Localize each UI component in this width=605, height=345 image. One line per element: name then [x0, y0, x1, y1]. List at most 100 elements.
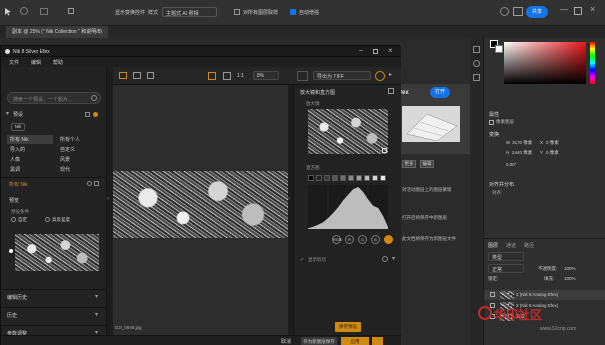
add-preset-icon[interactable] [85, 112, 90, 117]
discover-more-button[interactable]: 更多 [402, 160, 416, 168]
close-icon[interactable]: × [590, 4, 595, 14]
check-icon[interactable]: ✓ [300, 257, 305, 263]
nik-minimize-icon[interactable]: – [359, 47, 363, 54]
channel-b-button[interactable]: B [371, 235, 380, 244]
menu-edit[interactable]: 编辑 [31, 59, 41, 66]
filter-portrait[interactable]: 人像 [7, 155, 23, 164]
menu-file[interactable]: 文件 [9, 59, 19, 66]
tone-swatch[interactable] [340, 175, 346, 181]
w-value[interactable]: 3170 像素 [512, 140, 532, 146]
reset-icon[interactable] [382, 256, 388, 262]
sample-all-checkbox[interactable] [234, 9, 240, 15]
filter-nik-chip[interactable]: Nik [11, 123, 25, 131]
properties-tab[interactable]: 属性 [489, 111, 499, 118]
opacity-value[interactable]: 100% [564, 266, 576, 271]
color-field[interactable] [504, 42, 586, 84]
filter-all-nik[interactable]: 所有 Nik [7, 135, 53, 144]
background-color-swatch[interactable] [495, 45, 503, 53]
ratio-label[interactable]: 1:1 [237, 73, 244, 79]
chevron-down-icon[interactable]: ▾ [95, 293, 98, 300]
layer-name[interactable]: 1 (Nik 8 Analog Efex) [516, 292, 558, 297]
history-section[interactable]: 历史 [7, 312, 17, 319]
auto-enhance-checkbox[interactable] [290, 9, 296, 15]
tone-swatch[interactable] [356, 175, 362, 181]
channel-g-button[interactable]: G [358, 235, 367, 244]
filter-dark[interactable]: 黑调 [7, 165, 23, 174]
preset-thumbnail[interactable] [15, 234, 99, 271]
luminance-button[interactable] [384, 235, 393, 244]
preset-search-input[interactable]: 搜索一个预设、一个胶片... [7, 92, 101, 104]
tone-swatch[interactable] [308, 175, 314, 181]
chevron-down-icon[interactable]: ▾ [6, 110, 9, 117]
angle-value[interactable]: 0.00° [506, 162, 517, 167]
tone-swatch[interactable] [372, 175, 378, 181]
open-button[interactable]: 打开 [430, 87, 450, 98]
filter-custom[interactable]: 自定义 [57, 145, 78, 154]
tone-swatch[interactable] [332, 175, 338, 181]
chevron-down-icon[interactable]: ▾ [95, 311, 98, 318]
chevron-down-icon[interactable]: ▾ [392, 255, 395, 262]
pin-icon[interactable] [388, 88, 394, 94]
filter-all-personal[interactable]: 所有个人 [57, 135, 83, 144]
workspace-icon[interactable] [513, 7, 523, 16]
favorite-icon[interactable] [93, 112, 98, 117]
style-dropdown[interactable]: 主题式 AI 照相 [162, 7, 217, 17]
apply-button[interactable]: 应用 [341, 337, 369, 345]
history-icon[interactable] [473, 46, 480, 53]
delete-icon[interactable] [147, 72, 154, 79]
cancel-button[interactable]: 取消 [281, 338, 291, 345]
tone-swatch[interactable] [324, 175, 330, 181]
minimize-icon[interactable]: — [560, 5, 568, 14]
channels-tab[interactable]: 通道 [506, 242, 516, 249]
save-preset-button[interactable]: 保存预设 [335, 322, 361, 332]
swatches-icon[interactable] [473, 74, 480, 81]
edit-history-section[interactable]: 编辑历史 [7, 294, 27, 301]
expand-icon[interactable] [382, 148, 387, 153]
layer-kind-filter[interactable]: 类型 [488, 252, 524, 261]
auto-select-icon[interactable] [20, 7, 28, 15]
channel-rgb-button[interactable]: RGB [332, 235, 342, 244]
split-view-icon[interactable] [133, 72, 141, 79]
filter-imported[interactable]: 导入的 [7, 145, 28, 154]
document-tab[interactable]: 副本 @ 25% (" Nik Collection " 和说明/8) [6, 26, 109, 38]
eye-icon[interactable] [490, 292, 495, 297]
channel-r-button[interactable]: R [345, 235, 354, 244]
layers-tab[interactable]: 图层 [488, 242, 498, 249]
settings-icon[interactable] [87, 181, 92, 186]
frame-icon[interactable] [40, 8, 48, 15]
save-as-new-layer-button[interactable]: 作为新图层保存 [301, 337, 337, 345]
share-button[interactable]: 共享 [526, 6, 548, 18]
h-value[interactable]: 2440 像素 [512, 150, 532, 156]
nik-maximize-icon[interactable] [373, 49, 378, 54]
layer-row[interactable]: 1 (Nik 8 Analog Efex) [484, 290, 605, 300]
color-icon[interactable] [473, 60, 480, 67]
tone-swatch[interactable] [364, 175, 370, 181]
compare-icon[interactable] [297, 71, 308, 81]
grid-view-icon[interactable] [94, 181, 99, 186]
filter-landscape[interactable]: 风景 [57, 155, 73, 164]
menu-help[interactable]: 帮助 [53, 59, 63, 66]
presets-section-title[interactable]: 预设 [13, 111, 23, 118]
fill-icon[interactable] [223, 72, 231, 80]
tone-swatch[interactable] [380, 175, 386, 181]
fill-value[interactable]: 100% [564, 276, 576, 281]
single-view-icon[interactable] [119, 72, 127, 79]
checkbox-transform[interactable] [68, 8, 74, 14]
radio-custom[interactable] [11, 217, 16, 222]
nik-close-icon[interactable]: × [388, 46, 393, 55]
hue-slider[interactable] [590, 42, 595, 84]
tone-swatch[interactable] [348, 175, 354, 181]
radio-high-contrast[interactable] [45, 217, 50, 222]
search-icon[interactable] [91, 95, 97, 101]
panel-toggle-icon[interactable]: ▸ [389, 71, 397, 81]
x-value[interactable]: 0 像素 [546, 140, 559, 146]
apply-dropdown-icon[interactable] [371, 337, 383, 345]
blend-mode-dropdown[interactable]: 正常 [488, 264, 524, 273]
fit-icon[interactable] [208, 72, 216, 80]
tone-swatch[interactable] [316, 175, 322, 181]
main-preview-image[interactable] [113, 171, 288, 238]
maximize-icon[interactable] [574, 7, 582, 15]
filter-modern[interactable]: 现代 [57, 165, 73, 174]
zoom-dropdown[interactable]: 8% [253, 71, 279, 80]
move-tool-icon[interactable] [4, 7, 13, 16]
